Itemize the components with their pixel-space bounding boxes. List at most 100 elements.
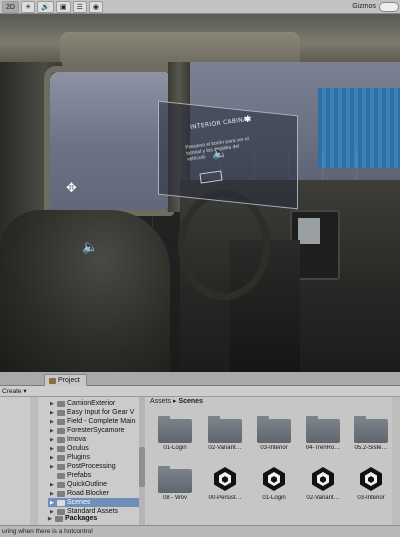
audio-toggle-icon[interactable]: 🔊 <box>37 0 54 13</box>
sun-icon[interactable]: ☀ <box>20 0 36 13</box>
folder-icon <box>57 490 65 497</box>
expand-arrow-icon[interactable]: ▶ <box>50 509 55 515</box>
tree-item[interactable]: ▶ Plugins <box>50 453 90 462</box>
tree-scroll-thumb[interactable] <box>139 447 145 487</box>
audio-icon[interactable]: 🔈 <box>82 240 98 253</box>
folder-icon <box>57 409 65 416</box>
expand-arrow-icon[interactable]: ▶ <box>50 428 55 434</box>
project-toolbar: Create ▾ <box>0 386 400 397</box>
tree-item-label: Oculus <box>67 445 89 452</box>
move-icon[interactable]: ✥ <box>66 180 77 196</box>
asset-scene[interactable]: 02-Variant… <box>301 465 345 501</box>
asset-scene[interactable]: 03-Interior <box>349 465 393 501</box>
asset-label: 01-Login <box>163 445 187 451</box>
door-frame <box>44 66 174 216</box>
tree-item[interactable]: ▶ Road Blocker <box>50 489 109 498</box>
tab-project[interactable]: Project <box>44 374 87 386</box>
folder-icon <box>257 416 291 443</box>
tree-item-selected[interactable]: ▶ Scenes <box>48 498 144 507</box>
tree-item[interactable]: ▶ Oculus <box>50 444 89 453</box>
asset-label: 03-Interior <box>357 495 385 501</box>
unity-scene-icon <box>309 465 337 493</box>
asset-scene[interactable]: 01-Login <box>252 465 296 501</box>
unity-scene-icon <box>211 465 239 493</box>
tree-item[interactable]: ▶ Field - Complete Main <box>50 417 135 426</box>
tree-item-label: QuickOutline <box>67 481 108 488</box>
asset-label: 00-Persist… <box>208 495 242 501</box>
asset-label: 02-Variant… <box>208 445 242 451</box>
folder-icon <box>57 418 65 425</box>
asset-folder[interactable]: 08 - Wov <box>153 466 197 501</box>
asset-scene[interactable]: 00-Persist… <box>203 465 247 501</box>
tree-item-label: Plugins <box>67 454 90 461</box>
tree-item-label: Imova <box>67 436 87 443</box>
folder-icon <box>57 463 65 470</box>
expand-arrow-icon[interactable]: ▶ <box>50 437 55 443</box>
expand-arrow-icon[interactable]: ▶ <box>50 410 55 416</box>
asset-scrollbar[interactable] <box>392 397 400 525</box>
folder-icon <box>49 377 56 384</box>
asset-grid[interactable]: Assets ▸ Scenes 01-Login 02-Variant… 03-… <box>147 397 400 525</box>
expand-arrow-icon[interactable]: ▶ <box>50 446 55 452</box>
asset-label: 04-TrenRo… <box>305 445 341 451</box>
expand-arrow-icon[interactable]: ▶ <box>50 482 55 488</box>
folder-icon <box>354 416 388 443</box>
asset-folder[interactable]: 03-Interior <box>252 416 296 451</box>
expand-arrow-icon[interactable]: ▶ <box>50 419 55 425</box>
asset-folder[interactable]: 01-Login <box>153 416 197 451</box>
layers-icon[interactable]: ☰ <box>72 0 87 13</box>
image-icon[interactable]: ▣ <box>55 0 71 13</box>
expand-arrow-icon[interactable]: ▶ <box>50 401 55 407</box>
expand-arrow-icon[interactable]: ▶ <box>50 491 55 497</box>
tree-item-label: ForesterSycamore <box>67 427 125 434</box>
folder-icon <box>57 400 65 407</box>
tree-item[interactable]: ▶ CamionExterior <box>50 399 115 408</box>
speaker-icon[interactable]: 🔈 <box>212 146 228 159</box>
folder-icon <box>57 499 65 506</box>
breadcrumb-root[interactable]: Assets <box>150 398 171 405</box>
unity-scene-icon <box>357 465 385 493</box>
tree-item-label: Field - Complete Main <box>67 418 136 425</box>
folder-icon <box>57 472 65 479</box>
scene-view[interactable]: INTERIOR CABINA Presiona el botón para v… <box>0 0 400 372</box>
mode-2d-button[interactable]: 2D <box>2 0 19 13</box>
asset-folder[interactable]: 04-TrenRo… <box>301 416 345 451</box>
create-dropdown[interactable]: Create ▾ <box>2 387 27 396</box>
tree-item[interactable]: ▶ Easy Input for Gear V <box>50 408 134 417</box>
folder-icon <box>57 508 65 515</box>
tree-item[interactable]: ▶ QuickOutline <box>50 480 107 489</box>
tree-item[interactable]: ▶ PostProcessing <box>50 462 116 471</box>
light-icon[interactable]: ✱ <box>244 114 252 125</box>
tree-item-label: Prefabs <box>67 472 92 479</box>
gizmos-dropdown[interactable]: Gizmos <box>352 1 376 13</box>
eye-icon[interactable]: ◉ <box>88 0 103 13</box>
folder-icon <box>306 416 340 443</box>
folder-icon <box>208 416 242 443</box>
folder-icon <box>57 427 65 434</box>
scene-search-input[interactable] <box>379 2 399 12</box>
steering-wheel <box>178 190 270 300</box>
tree-item-label: Road Blocker <box>67 490 110 497</box>
tree-item[interactable]: Prefabs <box>50 471 91 480</box>
expand-arrow-icon[interactable]: ▶ <box>48 516 53 522</box>
packages-root[interactable]: ▶ Packages <box>48 515 97 522</box>
expand-arrow-icon[interactable]: ▶ <box>50 500 55 506</box>
breadcrumb-current[interactable]: Scenes <box>178 398 203 405</box>
folder-icon <box>57 445 65 452</box>
tree-left-scrollbar[interactable] <box>30 397 38 525</box>
tree-item-label: Standard Assets <box>67 508 118 515</box>
tree-scrollbar[interactable] <box>139 397 145 525</box>
scene-toolbar: 2D ☀ 🔊 ▣ ☰ ◉ Gizmos <box>0 0 400 14</box>
tree-item[interactable]: ▶ ForesterSycamore <box>50 426 125 435</box>
expand-arrow-icon[interactable]: ▶ <box>50 455 55 461</box>
project-panel: Project Create ▾ ▶ CamionExterior ▶ Easy I… <box>0 372 400 537</box>
tab-project-label: Project <box>58 377 80 384</box>
asset-folder[interactable]: 05.2-Siste… <box>349 416 393 451</box>
tree-item[interactable]: ▶ Imova <box>50 435 86 444</box>
asset-folder[interactable]: 02-Variant… <box>203 416 247 451</box>
tree-item-label: CamionExterior <box>67 400 116 407</box>
unity-scene-icon <box>260 465 288 493</box>
cabin-ceiling <box>0 14 400 68</box>
expand-arrow-icon[interactable]: ▶ <box>50 464 55 470</box>
folder-tree[interactable]: ▶ CamionExterior ▶ Easy Input for Gear V ▶… <box>0 397 145 525</box>
